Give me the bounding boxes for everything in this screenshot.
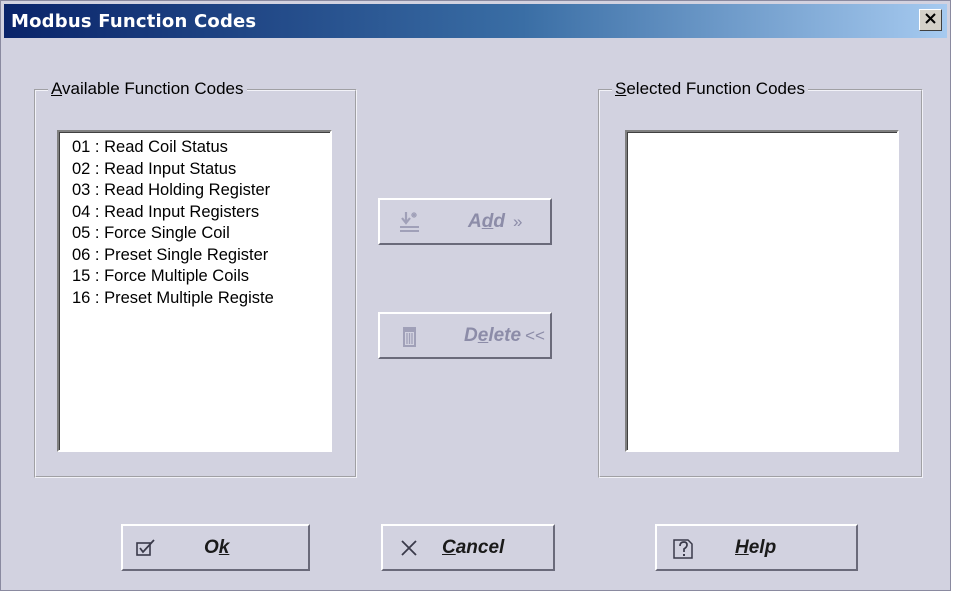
delete-button[interactable]: Delete << [378, 312, 552, 359]
trash-icon [399, 324, 421, 348]
help-icon [671, 535, 695, 561]
add-button-label: Add» [468, 211, 523, 232]
list-item[interactable]: 02 : Read Input Status [72, 159, 330, 181]
add-icon [397, 209, 423, 235]
available-codes-list[interactable]: 01 : Read Coil Status 02 : Read Input Sta… [57, 130, 332, 452]
list-item[interactable]: 15 : Force Multiple Coils [72, 266, 330, 288]
window-title: Modbus Function Codes [11, 11, 257, 32]
check-icon [135, 538, 157, 558]
list-item[interactable]: 05 : Force Single Coil [72, 223, 330, 245]
help-button-label: Help [735, 537, 777, 558]
cancel-button-label: Cancel [442, 537, 505, 558]
close-button[interactable] [919, 9, 942, 31]
selected-codes-label: Selected Function Codes [612, 79, 808, 99]
list-item[interactable]: 04 : Read Input Registers [72, 202, 330, 224]
list-item[interactable]: 03 : Read Holding Register [72, 180, 330, 202]
list-item[interactable]: 16 : Preset Multiple Registe [72, 288, 330, 310]
ok-button-label: Ok [204, 537, 230, 558]
cancel-button[interactable]: Cancel [381, 524, 555, 571]
add-button[interactable]: Add» [378, 198, 552, 245]
help-button[interactable]: Help [655, 524, 858, 571]
ok-button[interactable]: Ok [121, 524, 310, 571]
delete-button-label: Delete << [464, 325, 545, 346]
selected-codes-list[interactable] [625, 130, 899, 452]
list-item[interactable]: 06 : Preset Single Register [72, 245, 330, 267]
dialog-window: Modbus Function Codes Available Function… [0, 0, 951, 591]
list-item[interactable]: 01 : Read Coil Status [72, 137, 330, 159]
title-bar: Modbus Function Codes [4, 4, 947, 38]
close-icon [925, 11, 936, 29]
x-icon [399, 538, 419, 558]
available-codes-label: Available Function Codes [48, 79, 247, 99]
